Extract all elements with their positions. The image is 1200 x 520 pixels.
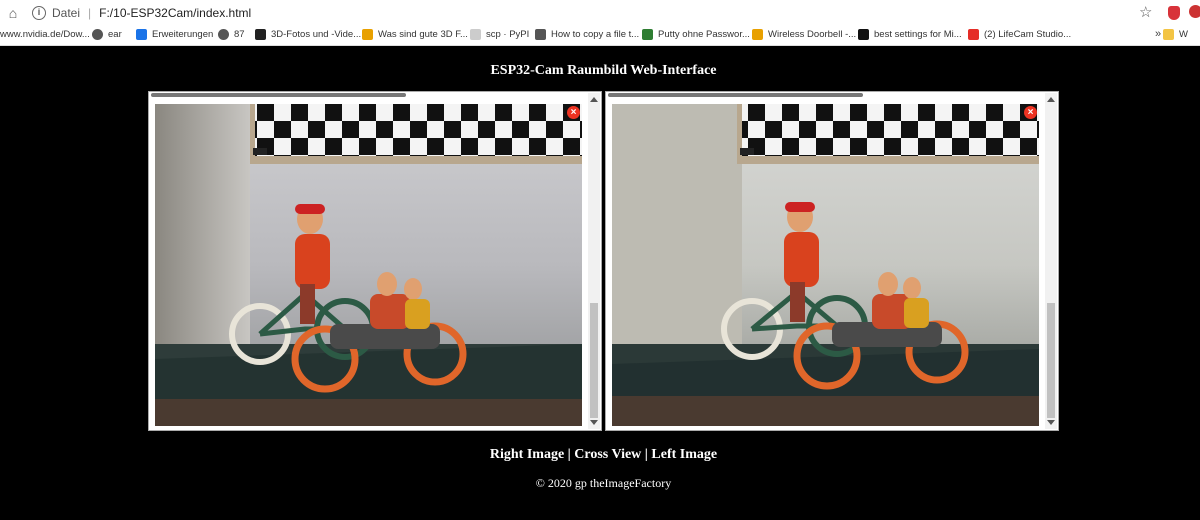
bookmark-label: ear — [108, 29, 122, 40]
horizontal-scrollbar[interactable] — [608, 93, 863, 97]
diamond-icon — [535, 29, 546, 40]
close-icon[interactable]: × — [1024, 106, 1037, 119]
camera-frame-left-image[interactable]: × — [605, 91, 1059, 431]
bookmark-item[interactable]: 87 — [218, 29, 245, 40]
scroll-down-icon[interactable] — [1047, 420, 1055, 425]
bookmark-label: www.nvidia.de/Dow... — [0, 29, 90, 40]
bookmark-label: Wireless Doorbell -... — [768, 29, 857, 40]
view-navigation: Right Image | Cross View | Left Image — [0, 447, 1200, 463]
bookmark-item[interactable]: ear — [92, 29, 122, 40]
scroll-thumb[interactable] — [590, 303, 598, 418]
page-title: ESP32-Cam Raumbild Web-Interface — [490, 63, 717, 78]
bookmark-icon — [752, 29, 763, 40]
bookmark-icon — [858, 29, 869, 40]
url-separator: | — [88, 6, 92, 20]
bookmark-label: Putty ohne Passwor... — [658, 29, 750, 40]
bookmark-item[interactable]: W — [1163, 29, 1188, 40]
bookmark-item[interactable]: How to copy a file t... — [535, 29, 639, 40]
cross-view-link[interactable]: Cross View — [574, 447, 641, 462]
extension-icon[interactable] — [1189, 5, 1200, 18]
folder-icon — [1163, 29, 1174, 40]
camera-image — [612, 104, 1039, 426]
bookmark-item[interactable]: Putty ohne Passwor... — [642, 29, 750, 40]
bookmark-label: Was sind gute 3D F... — [378, 29, 468, 40]
bookmark-item[interactable]: Erweiterungen — [136, 29, 213, 40]
address-bar: ⌂ i Datei | F:/10-ESP32Cam/index.html ☆ — [0, 0, 1200, 26]
footer-copyright: © 2020 gp theImageFactory — [535, 476, 672, 490]
bookmark-icon — [642, 29, 653, 40]
right-image-link[interactable]: Right Image — [490, 447, 564, 462]
globe-icon — [92, 29, 103, 40]
globe-icon — [218, 29, 229, 40]
youtube-icon — [968, 29, 979, 40]
bookmark-item[interactable]: best settings for Mi... — [858, 29, 962, 40]
scroll-thumb[interactable] — [1047, 303, 1055, 418]
puzzle-icon — [136, 29, 147, 40]
bookmark-icon — [362, 29, 373, 40]
scroll-up-icon[interactable] — [590, 97, 598, 102]
close-icon[interactable]: × — [567, 106, 580, 119]
nav-separator: | — [641, 447, 652, 462]
bookmark-item[interactable]: Was sind gute 3D F... — [362, 29, 468, 40]
vertical-scrollbar[interactable] — [1045, 93, 1057, 429]
nav-separator: | — [564, 447, 575, 462]
bookmarks-more-icon[interactable]: » — [1155, 28, 1161, 40]
bookmark-label: best settings for Mi... — [874, 29, 962, 40]
bookmark-icon — [470, 29, 481, 40]
bookmark-label: (2) LifeCam Studio... — [984, 29, 1072, 40]
scroll-down-icon[interactable] — [590, 420, 598, 425]
camera-image-drawing — [612, 104, 1039, 426]
home-icon[interactable]: ⌂ — [2, 5, 24, 21]
vertical-scrollbar[interactable] — [588, 93, 600, 429]
bookmark-label: 3D-Fotos und -Vide... — [271, 29, 362, 40]
bookmark-item[interactable]: Wireless Doorbell -... — [752, 29, 856, 40]
bookmark-item[interactable]: 3D-Fotos und -Vide... — [255, 29, 361, 40]
bookmark-label: W — [1179, 29, 1188, 40]
bookmark-item[interactable]: www.nvidia.de/Dow... — [0, 29, 90, 40]
camera-frame-right-image[interactable]: × — [148, 91, 602, 431]
camera-image-drawing — [155, 104, 582, 426]
bookmark-star-icon[interactable]: ☆ — [1139, 3, 1152, 21]
url-text[interactable]: F:/10-ESP32Cam/index.html — [99, 6, 251, 20]
bookmark-item[interactable]: scp · PyPI — [470, 29, 529, 40]
bookmark-label: 87 — [234, 29, 245, 40]
camera-image — [155, 104, 582, 426]
extension-shield-icon[interactable] — [1168, 6, 1180, 20]
bookmark-label: Erweiterungen — [152, 29, 214, 40]
info-icon[interactable]: i — [32, 6, 46, 20]
amazon-icon — [255, 29, 266, 40]
url-scheme: Datei — [52, 6, 81, 20]
horizontal-scrollbar[interactable] — [151, 93, 406, 97]
bookmarks-bar: W (2) LifeCam Studio... best settings for … — [0, 26, 1200, 46]
bookmark-label: scp · PyPI — [486, 29, 530, 40]
left-image-link[interactable]: Left Image — [651, 447, 717, 462]
bookmark-item[interactable]: (2) LifeCam Studio... — [968, 29, 1071, 40]
scroll-up-icon[interactable] — [1047, 97, 1055, 102]
bookmark-label: How to copy a file t... — [551, 29, 640, 40]
